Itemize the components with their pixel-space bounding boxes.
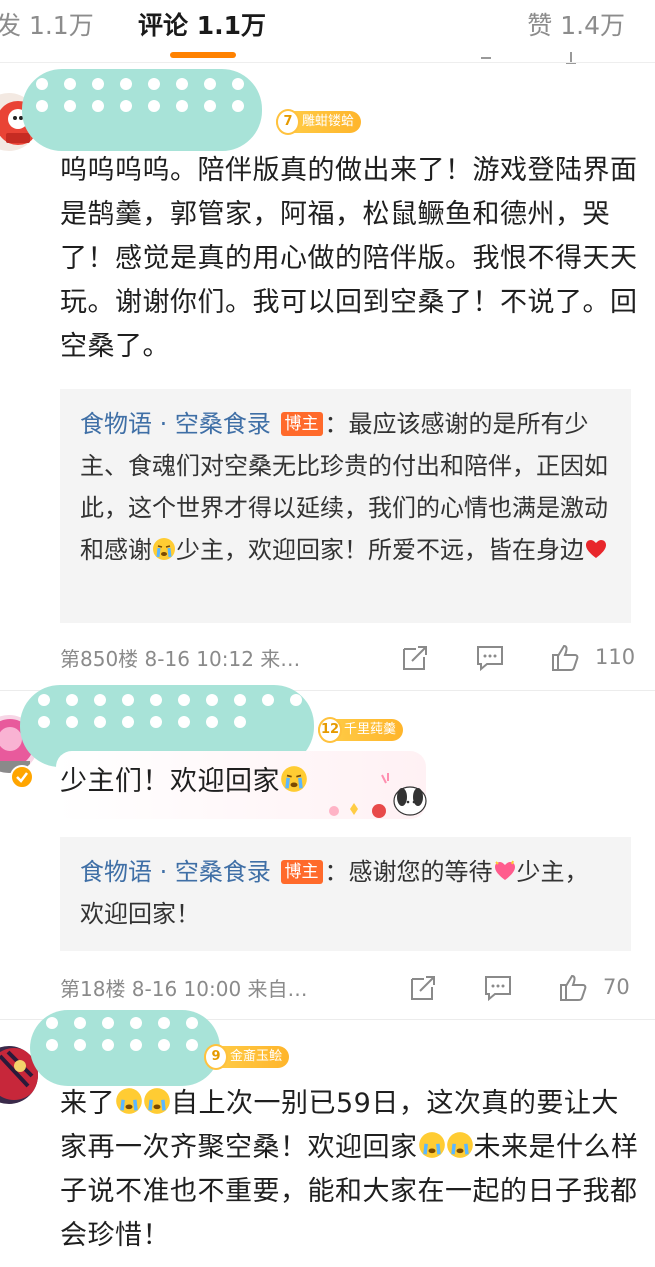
reply-text: 少主，欢迎回家！所爱不远，皆在身边 — [176, 536, 584, 564]
crying-face-icon — [281, 766, 307, 792]
username-masked[interactable] — [30, 1010, 220, 1086]
active-tab-indicator — [170, 52, 236, 58]
level-number: 9 — [204, 1044, 228, 1070]
crying-face-icon — [418, 1132, 445, 1158]
verified-badge — [10, 765, 34, 789]
tab-comments[interactable]: 评论 1.1万 — [138, 6, 266, 42]
blogger-reply[interactable]: 食物语 · 空桑食录 博主 ：最应该感谢的是所有少主、食魂们对空桑无比珍贵的付出和… — [60, 389, 631, 623]
badge-title: 金齑玉鲙 — [230, 1049, 283, 1064]
comment-item: 9 金齑玉鲙 来了 自上次一别已59日，这次真的要让大家再一次齐聚空桑！欢迎回家未… — [0, 1010, 655, 1267]
comment-text: 来了 自上次一别已59日，这次真的要让大家再一次齐聚空桑！欢迎回家 未来是什么样子说… — [60, 1082, 640, 1258]
like-count: 70 — [603, 975, 630, 999]
crying-face-icon — [144, 1088, 170, 1114]
comment-meta: 第850楼 8-16 10:12 来… 110 — [60, 643, 640, 673]
pochacco-sticker-icon — [329, 773, 427, 818]
floor-info: 第18楼 8-16 10:00 来自… — [60, 977, 308, 1001]
blogger-reply[interactable]: 食物语 · 空桑食录 博主 ：感谢您的等待 少主，欢迎回家！ — [60, 837, 631, 951]
fan-level-badge[interactable]: 9 金齑玉鲙 — [204, 1044, 290, 1070]
crying-face-icon — [153, 538, 175, 560]
comment-text: 呜呜呜呜。陪伴版真的做出来了！游戏登陆界面是鹄羹，郭管家，阿福，松鼠鳜鱼和德州，… — [60, 155, 638, 362]
tab-likes[interactable]: 赞 1.4万 — [527, 6, 625, 42]
red-heart-icon — [586, 540, 606, 558]
level-number: 12 — [318, 717, 342, 743]
comment-icon[interactable] — [475, 643, 505, 673]
comment-icon[interactable] — [483, 973, 513, 1003]
like-count: 110 — [595, 645, 636, 669]
comment-text-content: 少主们！欢迎回家 — [60, 766, 280, 797]
fan-level-badge[interactable]: 12 千里莼羹 — [318, 717, 404, 743]
host-badge: 博主 — [280, 412, 323, 436]
level-number: 7 — [276, 109, 300, 135]
reply-text: ：感谢您的等待 — [324, 858, 493, 886]
comment-meta: 第18楼 8-16 10:00 来自… 70 — [60, 973, 640, 1003]
host-badge: 博主 — [280, 860, 323, 884]
like-icon[interactable] — [550, 643, 580, 673]
username-masked[interactable] — [22, 69, 262, 151]
comment-tabs: 发 1.1万 评论 1.1万 赞 1.4万 — [0, 0, 655, 64]
comment-item: 7 雕蚶镂蛤 呜呜呜呜。陪伴版真的做出来了！游戏登陆界面是鹄羹，郭管家，阿福，松… — [0, 63, 655, 693]
crying-face-icon — [446, 1132, 473, 1158]
fan-level-badge[interactable]: 7 雕蚶镂蛤 — [276, 109, 362, 135]
tab-repost[interactable]: 发 1.1万 — [0, 6, 94, 42]
reply-author[interactable]: 食物语 · 空桑食录 — [80, 410, 271, 438]
floor-info: 第850楼 8-16 10:12 来… — [60, 647, 301, 671]
reply-author[interactable]: 食物语 · 空桑食录 — [80, 858, 271, 886]
like-icon[interactable] — [558, 973, 588, 1003]
comment-text-content: 来了 — [60, 1088, 115, 1119]
badge-title: 雕蚶镂蛤 — [302, 114, 355, 129]
badge-title: 千里莼羹 — [344, 722, 397, 737]
share-icon[interactable] — [400, 643, 430, 673]
sparkling-heart-icon — [494, 860, 515, 880]
crying-face-icon — [116, 1088, 142, 1114]
comment-item: 12 千里莼羹 少主们！欢迎回家 食物语 · 空桑食录 博主 ：感谢您的等待 少主，… — [0, 685, 655, 1023]
share-icon[interactable] — [408, 973, 438, 1003]
